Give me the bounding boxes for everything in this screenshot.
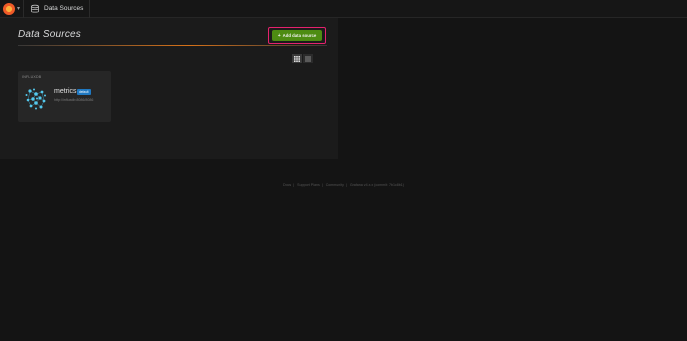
list-view-icon [305,56,311,61]
top-navbar: ▾ Data Sources [0,0,687,18]
title-divider [18,45,327,46]
footer-link-community[interactable]: Community [326,183,344,187]
add-data-source-button[interactable]: + Add data source [272,30,322,41]
add-data-source-label: Add data source [282,33,317,38]
influxdb-logo-icon [25,88,46,110]
page-footer: Docs | Support Plans | Community | Grafana … [283,183,404,187]
datasources-panel: Data Sources + Add data source INFLUXDB … [0,18,338,159]
grid-view-icon [294,55,300,62]
database-icon [31,4,39,12]
footer-version: Grafana v4.x.x (commit: 7b1c8b1) [349,183,404,187]
datasource-type: INFLUXDB [22,75,42,79]
datasource-url: http://influxdb:8086/8086 [54,98,94,102]
grafana-menu[interactable]: ▾ [0,0,24,18]
grid-view-button[interactable] [292,54,302,63]
plus-icon: + [277,32,281,39]
footer-link-docs[interactable]: Docs [283,183,291,187]
page-title: Data Sources [18,29,81,40]
default-badge: default [77,89,91,95]
datasource-name[interactable]: metrics [54,88,77,95]
grafana-logo-icon[interactable] [2,2,15,15]
view-toggle [292,54,313,63]
breadcrumb[interactable]: Data Sources [24,0,91,18]
caret-down-icon[interactable]: ▾ [17,5,20,12]
footer-link-support[interactable]: Support Plans [297,183,320,187]
list-view-button[interactable] [303,54,313,63]
datasource-card[interactable]: INFLUXDB metrics default http://influxdb… [18,71,111,122]
breadcrumb-label[interactable]: Data Sources [44,5,83,12]
